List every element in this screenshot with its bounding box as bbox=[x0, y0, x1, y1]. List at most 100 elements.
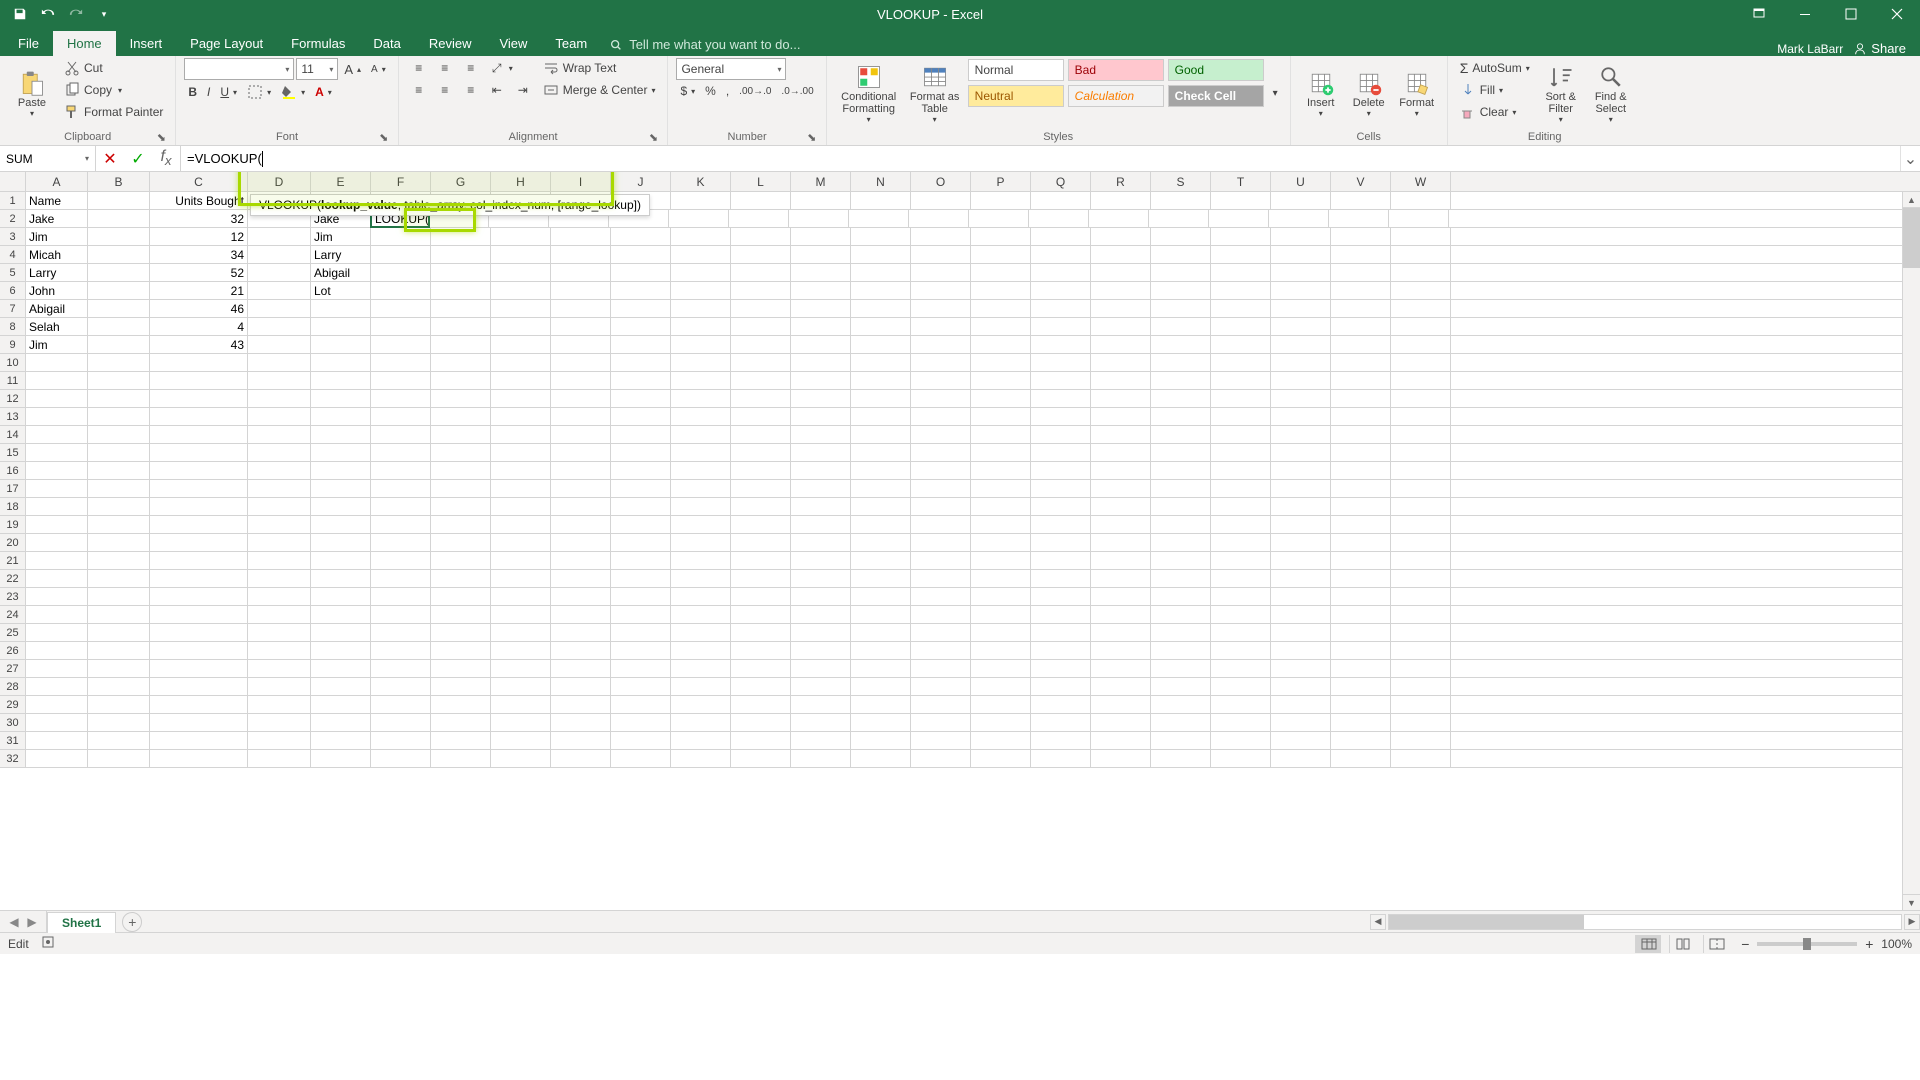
cell-R32[interactable] bbox=[1091, 750, 1151, 767]
cell-K14[interactable] bbox=[671, 426, 731, 443]
formula-input[interactable]: =VLOOKUP( bbox=[181, 146, 1900, 171]
row-header-15[interactable]: 15 bbox=[0, 444, 26, 461]
cell-G5[interactable] bbox=[431, 264, 491, 281]
cell-G10[interactable] bbox=[431, 354, 491, 371]
cell-Q27[interactable] bbox=[1031, 660, 1091, 677]
cell-A23[interactable] bbox=[26, 588, 88, 605]
cell-I16[interactable] bbox=[551, 462, 611, 479]
fx-button[interactable]: fx bbox=[152, 148, 180, 168]
cell-B21[interactable] bbox=[88, 552, 150, 569]
view-page-layout-button[interactable] bbox=[1669, 935, 1695, 953]
cell-G13[interactable] bbox=[431, 408, 491, 425]
cell-V11[interactable] bbox=[1331, 372, 1391, 389]
cell-U17[interactable] bbox=[1271, 480, 1331, 497]
cell-K26[interactable] bbox=[671, 642, 731, 659]
cell-C27[interactable] bbox=[150, 660, 248, 677]
cell-V23[interactable] bbox=[1331, 588, 1391, 605]
cell-J15[interactable] bbox=[611, 444, 671, 461]
cell-A18[interactable] bbox=[26, 498, 88, 515]
cell-O26[interactable] bbox=[911, 642, 971, 659]
cell-K31[interactable] bbox=[671, 732, 731, 749]
cell-U24[interactable] bbox=[1271, 606, 1331, 623]
cell-R4[interactable] bbox=[1091, 246, 1151, 263]
cell-S20[interactable] bbox=[1151, 534, 1211, 551]
cell-J18[interactable] bbox=[611, 498, 671, 515]
cell-J5[interactable] bbox=[611, 264, 671, 281]
font-launcher[interactable]: ⬊ bbox=[378, 131, 390, 143]
cell-L11[interactable] bbox=[731, 372, 791, 389]
cell-G20[interactable] bbox=[431, 534, 491, 551]
cell-V31[interactable] bbox=[1331, 732, 1391, 749]
cell-C10[interactable] bbox=[150, 354, 248, 371]
cell-E14[interactable] bbox=[311, 426, 371, 443]
cell-B31[interactable] bbox=[88, 732, 150, 749]
row-header-12[interactable]: 12 bbox=[0, 390, 26, 407]
cell-V32[interactable] bbox=[1331, 750, 1391, 767]
cell-K15[interactable] bbox=[671, 444, 731, 461]
cell-H10[interactable] bbox=[491, 354, 551, 371]
cell-G16[interactable] bbox=[431, 462, 491, 479]
cell-S25[interactable] bbox=[1151, 624, 1211, 641]
cell-G24[interactable] bbox=[431, 606, 491, 623]
row-header-24[interactable]: 24 bbox=[0, 606, 26, 623]
align-right-button[interactable]: ≡ bbox=[459, 80, 483, 100]
cell-G11[interactable] bbox=[431, 372, 491, 389]
cell-N20[interactable] bbox=[851, 534, 911, 551]
cell-V14[interactable] bbox=[1331, 426, 1391, 443]
cell-Q31[interactable] bbox=[1031, 732, 1091, 749]
row-header-25[interactable]: 25 bbox=[0, 624, 26, 641]
cell-W19[interactable] bbox=[1391, 516, 1451, 533]
cell-K29[interactable] bbox=[671, 696, 731, 713]
cell-O25[interactable] bbox=[911, 624, 971, 641]
cell-N25[interactable] bbox=[851, 624, 911, 641]
cell-V28[interactable] bbox=[1331, 678, 1391, 695]
cell-R17[interactable] bbox=[1091, 480, 1151, 497]
cell-K28[interactable] bbox=[671, 678, 731, 695]
sheet-nav-next[interactable]: ▶ bbox=[24, 914, 40, 930]
user-name[interactable]: Mark LaBarr bbox=[1777, 42, 1843, 56]
cell-M21[interactable] bbox=[791, 552, 851, 569]
cell-W14[interactable] bbox=[1391, 426, 1451, 443]
cell-T24[interactable] bbox=[1211, 606, 1271, 623]
cell-K10[interactable] bbox=[671, 354, 731, 371]
cell-Q4[interactable] bbox=[1031, 246, 1091, 263]
cell-Q32[interactable] bbox=[1031, 750, 1091, 767]
decrease-decimal-button[interactable]: .0→.00 bbox=[777, 84, 817, 99]
cell-G28[interactable] bbox=[431, 678, 491, 695]
cell-M15[interactable] bbox=[791, 444, 851, 461]
cell-M16[interactable] bbox=[791, 462, 851, 479]
zoom-slider[interactable] bbox=[1757, 942, 1857, 946]
cell-R19[interactable] bbox=[1091, 516, 1151, 533]
cell-S10[interactable] bbox=[1151, 354, 1211, 371]
cell-K22[interactable] bbox=[671, 570, 731, 587]
cell-H7[interactable] bbox=[491, 300, 551, 317]
cell-V17[interactable] bbox=[1331, 480, 1391, 497]
cell-K6[interactable] bbox=[671, 282, 731, 299]
cell-H16[interactable] bbox=[491, 462, 551, 479]
cell-H27[interactable] bbox=[491, 660, 551, 677]
cell-R5[interactable] bbox=[1091, 264, 1151, 281]
cell-O9[interactable] bbox=[911, 336, 971, 353]
cell-V12[interactable] bbox=[1331, 390, 1391, 407]
cell-L10[interactable] bbox=[731, 354, 791, 371]
col-header-F[interactable]: F bbox=[371, 172, 431, 191]
cell-I3[interactable] bbox=[551, 228, 611, 245]
format-as-table-button[interactable]: Format as Table▾ bbox=[907, 58, 963, 129]
cell-T29[interactable] bbox=[1211, 696, 1271, 713]
cell-D31[interactable] bbox=[248, 732, 311, 749]
cell-Q9[interactable] bbox=[1031, 336, 1091, 353]
cell-A5[interactable]: Larry bbox=[26, 264, 88, 281]
cell-S13[interactable] bbox=[1151, 408, 1211, 425]
cell-Q5[interactable] bbox=[1031, 264, 1091, 281]
cell-I22[interactable] bbox=[551, 570, 611, 587]
cell-W6[interactable] bbox=[1391, 282, 1451, 299]
cell-B16[interactable] bbox=[88, 462, 150, 479]
cell-J31[interactable] bbox=[611, 732, 671, 749]
cell-M5[interactable] bbox=[791, 264, 851, 281]
cell-I24[interactable] bbox=[551, 606, 611, 623]
scroll-right-button[interactable]: ▶ bbox=[1904, 914, 1920, 930]
cell-G12[interactable] bbox=[431, 390, 491, 407]
cell-P26[interactable] bbox=[971, 642, 1031, 659]
cell-J4[interactable] bbox=[611, 246, 671, 263]
cell-S19[interactable] bbox=[1151, 516, 1211, 533]
